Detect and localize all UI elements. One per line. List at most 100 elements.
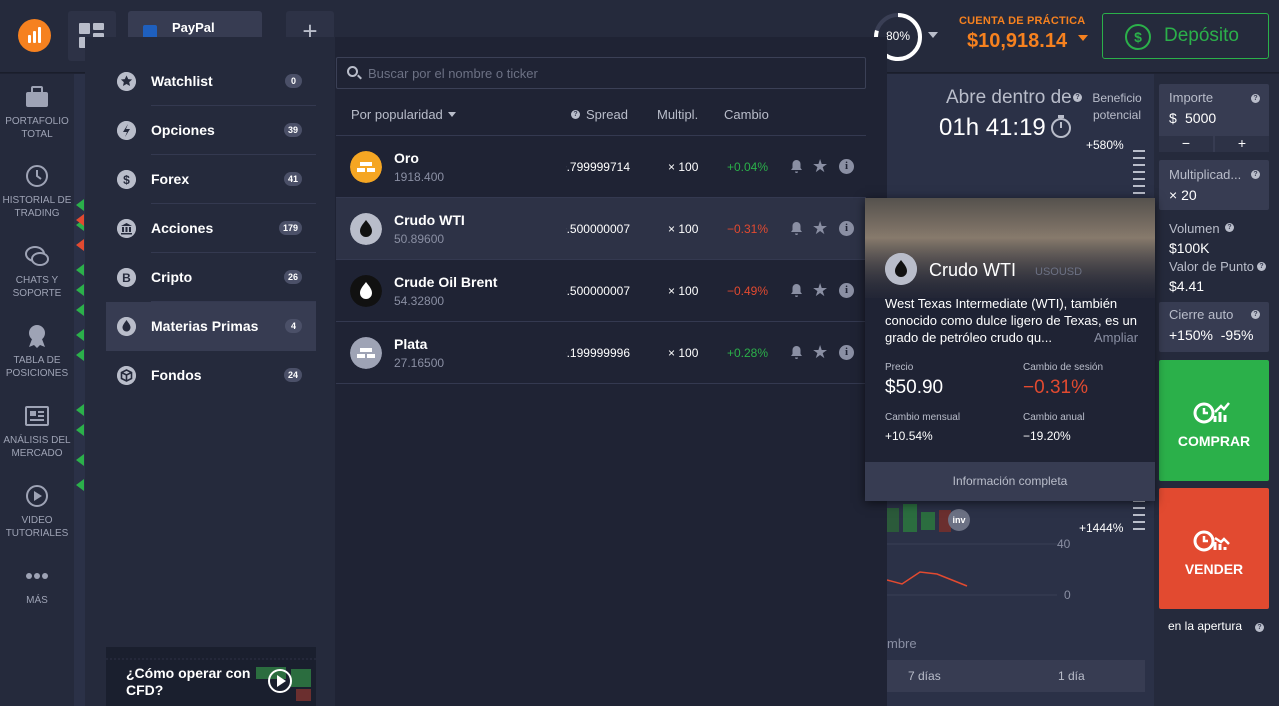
gold-bars-icon (350, 151, 382, 183)
on-open-label: en la apertura (1168, 619, 1243, 633)
sell-button[interactable]: VENDER (1159, 488, 1269, 609)
chevron-down-icon[interactable] (448, 112, 456, 121)
nav-chat[interactable]: CHATS Y SOPORTE (0, 243, 74, 300)
nav-market-analysis[interactable]: ANÁLISIS DEL MERCADO (0, 403, 74, 460)
asset-multiplier: × 100 (668, 284, 699, 298)
nav-more[interactable]: MÁS (0, 563, 74, 608)
oil-drop-icon (885, 253, 917, 285)
category-watchlist[interactable]: Watchlist 0 (106, 57, 316, 106)
info-icon[interactable]: i (839, 283, 854, 298)
category-label: Fondos (151, 367, 202, 383)
auto-close-box[interactable]: Cierre auto +150% -95% ? (1159, 302, 1269, 352)
asset-row-crudo-wti[interactable]: Crudo WTI 50.89600 0.500000007 × 100 −0.… (336, 198, 866, 260)
account-balance[interactable]: $10,918.14 (967, 30, 1067, 53)
axis-label-40: 40 (1057, 537, 1071, 551)
column-spread: Spread (586, 107, 628, 122)
category-label: Forex (151, 171, 190, 187)
help-icon[interactable]: ? (1255, 623, 1264, 632)
category-label: Opciones (151, 122, 215, 138)
star-icon[interactable]: ★ (812, 343, 828, 361)
deposit-icon: $ (1125, 24, 1151, 50)
bell-icon[interactable] (789, 221, 804, 236)
amount-decrease-button[interactable]: − (1159, 136, 1213, 152)
category-count: 4 (285, 319, 302, 333)
asset-row-silver[interactable]: Plata 27.16500 0.199999996 × 100 +0.28% … (336, 322, 866, 384)
category-forex[interactable]: $ Forex 41 (106, 155, 316, 204)
amount-currency: $ (1169, 110, 1177, 126)
nav-video-tutorials[interactable]: VIDEO TUTORIALES (0, 483, 74, 540)
star-icon[interactable]: ★ (812, 157, 828, 175)
inv-badge[interactable]: inv (948, 509, 970, 531)
payout-bottom: +1444% (1079, 521, 1124, 535)
help-icon[interactable]: ? (1225, 223, 1234, 232)
help-icon[interactable]: ? (1257, 262, 1266, 271)
annual-change-value: −19.20% (1023, 429, 1071, 443)
amount-value[interactable]: 5000 (1185, 110, 1216, 126)
amount-increase-button[interactable]: + (1215, 136, 1269, 152)
chevron-down-icon[interactable] (1078, 35, 1088, 46)
dollar-icon: $ (117, 170, 136, 189)
nav-label: VIDEO TUTORIALES (5, 515, 69, 539)
period-1-day[interactable]: 1 día (1058, 669, 1085, 683)
asset-tab-paypal[interactable]: PayPal (128, 11, 262, 39)
help-icon[interactable]: ? (1073, 93, 1082, 102)
nav-label: CHATS Y SOPORTE (12, 275, 62, 299)
chevron-down-icon[interactable] (928, 32, 938, 43)
bell-icon[interactable] (789, 345, 804, 360)
info-icon[interactable]: i (839, 159, 854, 174)
help-icon[interactable]: ? (1251, 170, 1260, 179)
buy-button[interactable]: COMPRAR (1159, 360, 1269, 481)
info-icon[interactable]: i (839, 345, 854, 360)
asset-price: 50.89600 (394, 232, 445, 246)
nav-history[interactable]: HISTORIAL DE TRADING (0, 163, 74, 220)
asset-search-input[interactable] (336, 57, 866, 89)
bell-icon[interactable] (789, 159, 804, 174)
play-icon[interactable] (268, 669, 292, 693)
category-commodities[interactable]: Materias Primas 4 (106, 302, 316, 351)
multiplier-value: × 20 (1169, 187, 1197, 203)
info-icon[interactable]: i (839, 221, 854, 236)
category-label: Materias Primas (151, 318, 259, 334)
brand-logo[interactable] (18, 19, 51, 52)
asset-name: Crude Oil Brent (394, 274, 498, 290)
card-asset-name: Crudo WTI (929, 260, 1017, 280)
category-count: 41 (283, 172, 302, 186)
asset-spread: 0.500000007 (566, 222, 630, 236)
oil-drop-icon (350, 275, 382, 307)
point-value-label: Valor de Punto (1169, 259, 1255, 274)
cfd-tutorial-promo[interactable]: ¿Cómo operar con CFD? (106, 647, 316, 706)
category-stocks[interactable]: Acciones 179 (106, 204, 316, 253)
asset-row-gold[interactable]: Oro 1918.400 0.799999714 × 100 +0.04% ★ … (336, 136, 866, 198)
deposit-label: Depósito (1164, 25, 1239, 46)
star-icon[interactable]: ★ (812, 219, 828, 237)
full-info-button[interactable]: Información completa (865, 462, 1155, 501)
payout-top: +580% (1086, 138, 1124, 152)
silver-bars-icon (350, 337, 382, 369)
help-icon[interactable]: ? (1251, 310, 1260, 319)
help-icon[interactable]: ? (1251, 94, 1260, 103)
category-funds[interactable]: Fondos 24 (106, 351, 316, 400)
sort-dropdown[interactable]: Por popularidad (351, 107, 443, 122)
category-count: 39 (283, 123, 302, 137)
session-change-label: Cambio de sesión (1023, 362, 1104, 373)
point-value: $4.41 (1169, 278, 1205, 294)
help-icon[interactable]: ? (571, 110, 580, 119)
category-options[interactable]: Opciones 39 (106, 106, 316, 155)
category-count: 179 (278, 221, 302, 235)
bell-icon[interactable] (789, 283, 804, 298)
period-7-days[interactable]: 7 días (908, 669, 941, 683)
expand-link[interactable]: Ampliar (1090, 330, 1139, 345)
depth-bars (1133, 500, 1145, 530)
nav-leaderboard[interactable]: TABLA DE POSICIONES (0, 323, 74, 380)
multiplier-box[interactable]: Multiplicad... × 20 ? (1159, 160, 1269, 210)
asset-row-crude-oil-brent[interactable]: Crude Oil Brent 54.32800 0.500000007 × 1… (336, 260, 866, 322)
category-crypto[interactable]: B Cripto 26 (106, 253, 316, 302)
bank-icon (117, 219, 136, 238)
deposit-button[interactable]: $ Depósito (1102, 13, 1269, 59)
star-icon[interactable]: ★ (812, 281, 828, 299)
nav-portfolio[interactable]: PORTAFOLIO TOTAL (0, 84, 74, 141)
add-tab-button[interactable]: + (286, 11, 334, 46)
account-type-label[interactable]: CUENTA DE PRÁCTICA (959, 15, 1085, 27)
svg-text:$: $ (123, 173, 130, 187)
month-label: mbre (887, 636, 917, 651)
